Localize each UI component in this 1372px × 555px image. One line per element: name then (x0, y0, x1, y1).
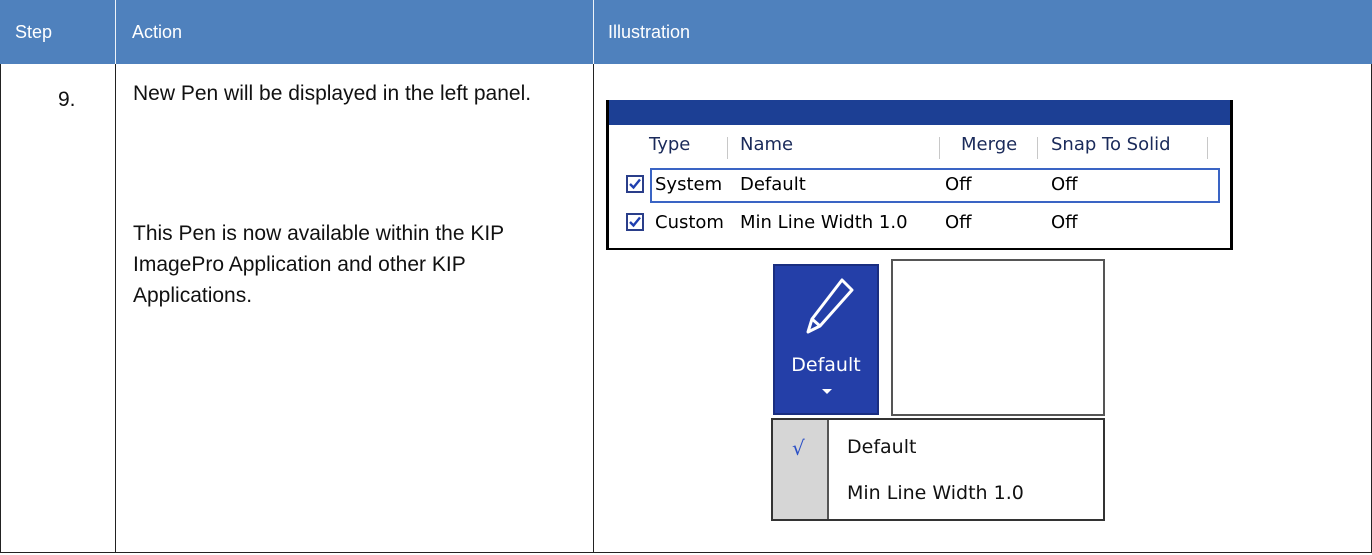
column-header-divider (1207, 137, 1208, 159)
table-row-selected[interactable] (650, 168, 1220, 203)
action-text-1: New Pen will be displayed in the left pa… (133, 82, 532, 105)
menu-item-min-line-width[interactable]: Min Line Width 1.0 (847, 482, 1024, 504)
column-divider (115, 64, 116, 553)
header-action: Action (132, 22, 183, 42)
column-header-divider (727, 137, 728, 159)
pen-preview (891, 259, 1105, 416)
column-header-merge[interactable]: Merge (961, 134, 1017, 155)
row-name: Default (740, 174, 806, 195)
menu-item-default[interactable]: Default (847, 436, 916, 458)
pen-dropdown-button[interactable]: Default (773, 264, 879, 415)
row-merge: Off (945, 174, 972, 195)
row-type: System (655, 174, 723, 195)
table-header: Step Action Illustration (0, 0, 1372, 64)
column-header-type[interactable]: Type (649, 134, 690, 155)
caret-down-icon (822, 389, 832, 394)
pen-menu: √ Default Min Line Width 1.0 (771, 418, 1105, 521)
menu-gutter (773, 420, 829, 519)
row-name: Min Line Width 1.0 (740, 212, 908, 233)
pen-list-grid: Type Name Merge Snap To Solid System Def… (606, 100, 1233, 250)
header-divider (593, 0, 594, 64)
column-header-divider (939, 137, 940, 159)
action-text-2: This Pen is now available within the KIP… (133, 222, 504, 307)
column-header-name[interactable]: Name (740, 134, 793, 155)
column-header-divider (1037, 137, 1038, 159)
row-checkbox[interactable] (626, 213, 644, 231)
row-snap: Off (1051, 212, 1078, 233)
row-snap: Off (1051, 174, 1078, 195)
row-checkbox[interactable] (626, 175, 644, 193)
row-merge: Off (945, 212, 972, 233)
pencil-icon (806, 278, 854, 334)
column-divider (593, 64, 594, 553)
grid-title-bar (609, 100, 1230, 125)
step-number: 9. (58, 88, 76, 111)
checkmark-icon (629, 216, 641, 228)
checkmark-icon (629, 178, 641, 190)
column-header-snap[interactable]: Snap To Solid (1051, 134, 1171, 155)
pen-button-label: Default (791, 354, 861, 376)
row-type: Custom (655, 212, 724, 233)
header-divider (115, 0, 116, 64)
check-icon: √ (792, 436, 805, 460)
header-illustration: Illustration (608, 22, 691, 42)
header-step: Step (15, 22, 53, 42)
